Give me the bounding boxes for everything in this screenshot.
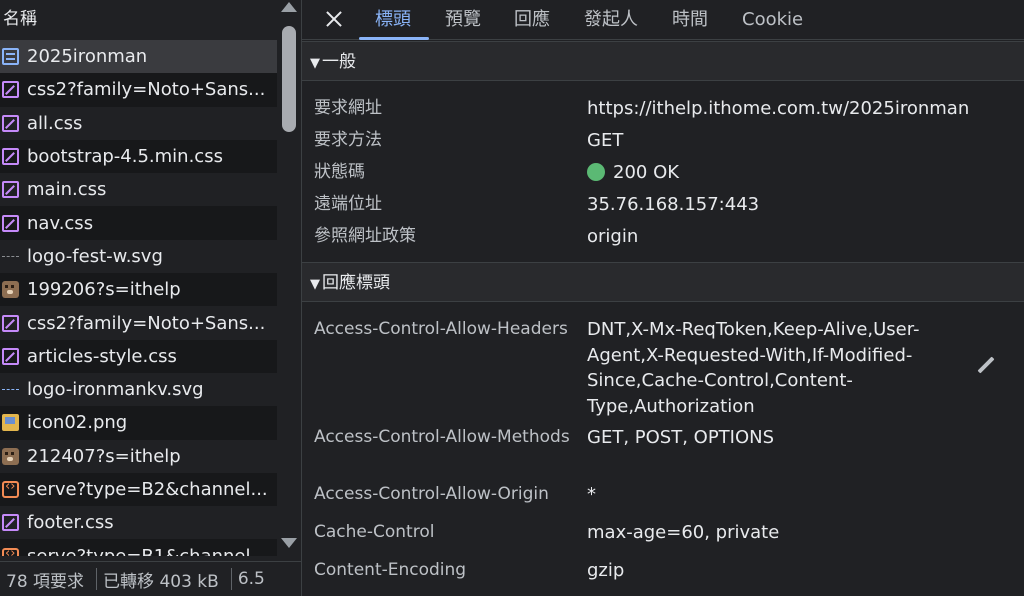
css-icon — [2, 514, 19, 532]
network-status-bar: 78 項要求 已轉移 403 kB 6.5 — [0, 561, 301, 596]
css-icon — [2, 314, 19, 332]
request-url-value: https://ithelp.ithome.com.tw/2025ironman — [587, 98, 970, 119]
tab-initiator[interactable]: 發起人 — [584, 0, 638, 40]
status-code-value: 200 OK — [587, 160, 679, 185]
request-method-label: 要求方法 — [314, 130, 382, 150]
request-name: articles-style.css — [27, 345, 177, 367]
remote-address-label: 遠端位址 — [314, 194, 382, 214]
general-section-header[interactable]: ▼ 一般 — [302, 41, 1024, 81]
script-icon — [2, 546, 19, 556]
tab-cookies[interactable]: Cookie — [742, 0, 803, 40]
css-icon — [2, 81, 19, 99]
request-name: logo-ironmankv.svg — [27, 379, 204, 401]
request-name: footer.css — [27, 512, 114, 534]
request-url-label: 要求網址 — [314, 98, 382, 118]
scroll-up-arrow-icon[interactable] — [281, 2, 297, 12]
request-row[interactable]: bootstrap-4.5.min.css — [0, 139, 277, 174]
request-row[interactable]: articles-style.css — [0, 339, 277, 373]
header-value: gzip — [587, 560, 625, 581]
collapse-triangle-icon: ▼ — [310, 56, 320, 71]
request-name: bootstrap-4.5.min.css — [27, 146, 223, 168]
request-row[interactable]: serve?type=B2&channel... — [0, 472, 277, 507]
header-name: Cache-Control — [314, 522, 435, 542]
header-name: Access-Control-Allow-Methods — [314, 427, 570, 447]
scrollbar-thumb[interactable] — [282, 26, 296, 132]
css-icon — [2, 148, 19, 166]
referrer-policy-label: 參照網址政策 — [314, 226, 416, 246]
close-icon[interactable] — [324, 8, 344, 30]
request-name: serve?type=B1&channel... — [27, 546, 268, 556]
request-name: css2?family=Noto+Sans... — [27, 312, 266, 334]
svg-icon — [2, 248, 19, 265]
script-icon — [2, 479, 19, 498]
css-icon — [2, 214, 19, 232]
resource-size: 6.5 — [237, 569, 265, 589]
request-name: 199206?s=ithelp — [27, 279, 181, 301]
transferred-size: 已轉移 403 kB — [103, 571, 219, 592]
status-code-text: 200 OK — [613, 162, 680, 183]
css-icon — [2, 181, 19, 199]
tab-timing[interactable]: 時間 — [672, 0, 708, 40]
active-tab-indicator — [359, 37, 429, 40]
request-count: 78 項要求 — [6, 571, 85, 592]
svg-icon — [2, 381, 19, 398]
request-row[interactable]: logo-fest-w.svg — [0, 239, 277, 274]
header-value: DNT,X-Mx-ReqToken,Keep-Alive,User-Agent,… — [587, 319, 920, 417]
request-row[interactable]: css2?family=Noto+Sans... — [0, 306, 277, 340]
request-name: icon02.png — [27, 412, 128, 434]
header-name: Access-Control-Allow-Headers — [314, 319, 568, 339]
request-row[interactable]: serve?type=B1&channel... — [0, 539, 277, 556]
request-row[interactable]: all.css — [0, 106, 277, 140]
scroll-down-arrow-icon[interactable] — [281, 538, 297, 548]
request-list-panel: 名稱 2025ironman css2?family=Noto+Sans... … — [0, 0, 301, 596]
response-headers-section-header[interactable]: ▼ 回應標頭 — [302, 262, 1024, 302]
response-headers-section-title: 回應標頭 — [322, 273, 390, 293]
name-column-header[interactable]: 名稱 — [0, 0, 277, 38]
request-list: 2025ironman css2?family=Noto+Sans... all… — [0, 40, 277, 556]
request-name: serve?type=B2&channel... — [27, 479, 268, 500]
request-name: 212407?s=ithelp — [27, 445, 181, 467]
bear-image-icon — [2, 447, 19, 465]
request-detail-panel: 標頭 預覽 回應 發起人 時間 Cookie ▼ 一般 要求網址 https://… — [302, 0, 1024, 596]
collapse-triangle-icon: ▼ — [310, 277, 320, 292]
tab-preview[interactable]: 預覽 — [445, 0, 481, 40]
request-row[interactable]: logo-ironmankv.svg — [0, 372, 277, 407]
tab-headers[interactable]: 標頭 — [375, 0, 411, 40]
request-name: logo-fest-w.svg — [27, 245, 163, 267]
request-row[interactable]: nav.css — [0, 206, 277, 240]
request-name: main.css — [27, 179, 107, 201]
request-row[interactable]: css2?family=Noto+Sans... — [0, 73, 277, 107]
header-name: Content-Encoding — [314, 560, 467, 580]
referrer-policy-value: origin — [587, 226, 639, 247]
tab-response[interactable]: 回應 — [514, 0, 550, 40]
document-icon — [2, 48, 19, 66]
remote-address-value: 35.76.168.157:443 — [587, 194, 760, 215]
request-name: css2?family=Noto+Sans... — [27, 79, 266, 101]
header-value: * — [587, 484, 596, 505]
header-value: max-age=60, private — [587, 522, 780, 543]
status-code-label: 狀態碼 — [314, 162, 365, 182]
request-method-value: GET — [587, 130, 624, 151]
request-row[interactable]: 2025ironman — [0, 40, 277, 74]
bear-image-icon — [2, 281, 19, 299]
css-icon — [2, 114, 19, 132]
request-row[interactable]: icon02.png — [0, 406, 277, 440]
header-value: GET, POST, OPTIONS — [587, 427, 775, 448]
request-row[interactable]: footer.css — [0, 506, 277, 540]
header-name: Access-Control-Allow-Origin — [314, 484, 549, 504]
request-row[interactable]: main.css — [0, 173, 277, 207]
general-section-title: 一般 — [322, 52, 356, 72]
request-name: all.css — [27, 112, 83, 134]
status-ok-dot-icon — [587, 163, 605, 181]
edit-pencil-icon[interactable] — [975, 355, 997, 377]
request-name: nav.css — [27, 212, 94, 234]
png-image-icon — [2, 414, 19, 432]
request-row[interactable]: 199206?s=ithelp — [0, 273, 277, 307]
css-icon — [2, 347, 19, 365]
request-name: 2025ironman — [27, 46, 148, 68]
detail-tab-bar: 標頭 預覽 回應 發起人 時間 Cookie — [302, 0, 1024, 40]
request-row[interactable]: 212407?s=ithelp — [0, 439, 277, 473]
